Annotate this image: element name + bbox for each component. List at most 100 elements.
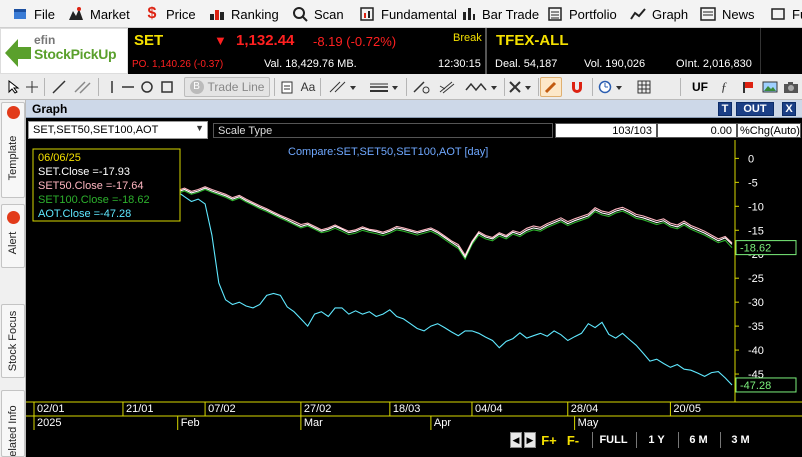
magnet-line-icon[interactable]: [410, 77, 432, 97]
graph-title: Graph: [32, 102, 68, 116]
compare-chart[interactable]: 0-5-10-15-20-25-30-35-40-4502/01 21/01 07/…: [26, 140, 802, 430]
set-last-price: 1,132.44: [236, 32, 295, 49]
month-label: May: [578, 417, 599, 429]
rectangle-icon[interactable]: [158, 77, 176, 97]
graph-t-button[interactable]: T: [718, 102, 732, 116]
cursor-icon[interactable]: [6, 77, 22, 97]
market-time: 12:30:15: [438, 58, 481, 70]
quote-divider: [485, 28, 487, 74]
scale-value-field[interactable]: 0.00: [657, 123, 737, 138]
zoom-out-button[interactable]: F-: [562, 432, 584, 448]
line-width-icon[interactable]: [366, 77, 402, 97]
line-pattern-icon[interactable]: [326, 77, 360, 97]
flag-icon[interactable]: [738, 77, 758, 97]
x-tick-label: 20/05: [673, 403, 701, 415]
down-arrow-icon: ▼: [214, 33, 227, 48]
menu-scan[interactable]: Scan: [290, 4, 344, 24]
symbols-select-value: SET,SET50,SET100,AOT: [33, 124, 159, 136]
range-3m-label: 3 M: [731, 434, 750, 446]
set-symbol[interactable]: SET: [134, 32, 163, 49]
camera-icon[interactable]: [782, 77, 800, 97]
chart-title: Compare:SET,SET50,SET100,AOT [day]: [288, 146, 488, 158]
notepad-icon[interactable]: [278, 77, 296, 97]
range-3m-button[interactable]: 3 M: [720, 432, 760, 448]
tab-template[interactable]: Template: [1, 102, 25, 198]
fundamental-icon: [357, 5, 377, 23]
magnet-icon[interactable]: [566, 77, 588, 97]
tab-related-info[interactable]: Related Info: [1, 390, 25, 457]
picture-icon[interactable]: [760, 77, 780, 97]
graph-icon: [628, 5, 648, 23]
zoom-in-button[interactable]: F+: [538, 432, 560, 448]
menu-bar-trade[interactable]: Bar Trade: [458, 4, 539, 24]
trade-line-button[interactable]: B Trade Line: [184, 77, 270, 97]
range-full-button[interactable]: FULL: [592, 432, 634, 448]
trade-line-icon: B: [189, 80, 204, 94]
graph-titlebar: Graph T OUT X: [26, 100, 802, 118]
scale-type-field[interactable]: Scale Type: [213, 123, 553, 138]
graph-out-button[interactable]: OUT: [736, 102, 774, 116]
chart-navigation-bar: ◀ ▶ F+ F- FULL 1 Y 6 M 3 M: [506, 430, 802, 452]
vertical-line-icon[interactable]: [104, 77, 120, 97]
range-6m-button[interactable]: 6 M: [678, 432, 718, 448]
tfex-symbol[interactable]: TFEX-ALL: [496, 32, 569, 49]
x-tick-label: 07/02: [208, 403, 236, 415]
x-tick-label: 18/03: [393, 403, 421, 415]
scale-count-field: 103/103: [555, 123, 657, 138]
scroll-left-icon[interactable]: ◀: [510, 432, 522, 448]
menu-market[interactable]: Market: [66, 4, 130, 24]
side-tab-bar: Template Alert Stock Focus Related Info: [0, 100, 26, 457]
month-label: Apr: [434, 417, 451, 429]
uf-button[interactable]: UF: [690, 77, 710, 97]
scan-icon: [290, 5, 310, 23]
menu-label: Scan: [314, 6, 344, 22]
toolbar-separator: [680, 78, 681, 96]
formula-icon[interactable]: ƒ: [714, 77, 734, 97]
range-6m-label: 6 M: [689, 434, 708, 446]
menu-fundamental[interactable]: Fundamental: [357, 4, 457, 24]
trend-line-icon[interactable]: [50, 77, 68, 97]
clock-icon[interactable]: [596, 77, 628, 97]
menu-file[interactable]: File: [10, 4, 55, 24]
menu-ranking[interactable]: Ranking: [207, 4, 279, 24]
pencil-icon[interactable]: [540, 77, 562, 97]
quote-side-panel: [760, 28, 802, 74]
tooltip-date: 06/06/25: [38, 152, 81, 164]
tab-alert[interactable]: Alert: [1, 204, 25, 268]
graph-close-button[interactable]: X: [782, 102, 796, 116]
month-label: 2025: [37, 417, 61, 429]
y-tick-label: -35: [748, 321, 764, 333]
last-value-label: -18.62: [740, 243, 771, 255]
menu-label: Graph: [652, 6, 689, 22]
circle-icon[interactable]: [138, 77, 156, 97]
x-tick-label: 21/01: [126, 403, 154, 415]
x-tick-label: 02/01: [37, 403, 65, 415]
text-tool-button[interactable]: Aa: [298, 77, 318, 97]
range-1y-label: 1 Y: [648, 434, 665, 446]
tab-stock-focus[interactable]: Stock Focus: [1, 304, 25, 378]
tab-alert-label: Alert: [7, 232, 19, 255]
menu-news[interactable]: News: [698, 4, 755, 24]
range-1y-button[interactable]: 1 Y: [636, 432, 676, 448]
menu-graph[interactable]: Graph: [628, 4, 688, 24]
menu-price[interactable]: $ Price: [142, 4, 196, 24]
scale-count-value: 103/103: [612, 125, 652, 137]
symbols-select[interactable]: SET,SET50,SET100,AOT ▼: [28, 121, 208, 139]
tfex-deal: Deal. 54,187: [495, 58, 558, 70]
menu-portfolio[interactable]: Portfolio: [545, 4, 617, 24]
parallel-line-icon[interactable]: [72, 77, 94, 97]
price-icon: $: [147, 5, 157, 22]
pitchfork-icon[interactable]: [436, 77, 458, 97]
horizontal-line-icon[interactable]: [120, 77, 136, 97]
alert-icon: [7, 211, 20, 224]
scale-mode-select[interactable]: %Chg(Auto): [737, 123, 801, 138]
delete-drawing-icon[interactable]: [506, 77, 536, 97]
range-full-label: FULL: [599, 434, 628, 446]
scroll-right-icon[interactable]: ▶: [524, 432, 536, 448]
crosshair-icon[interactable]: [24, 77, 40, 97]
grid-icon[interactable]: [634, 77, 654, 97]
toolbar-separator: [274, 78, 275, 96]
zoom-in-label: F+: [541, 432, 557, 448]
wave-icon[interactable]: [462, 77, 502, 97]
menu-futures[interactable]: Fu: [768, 4, 802, 24]
